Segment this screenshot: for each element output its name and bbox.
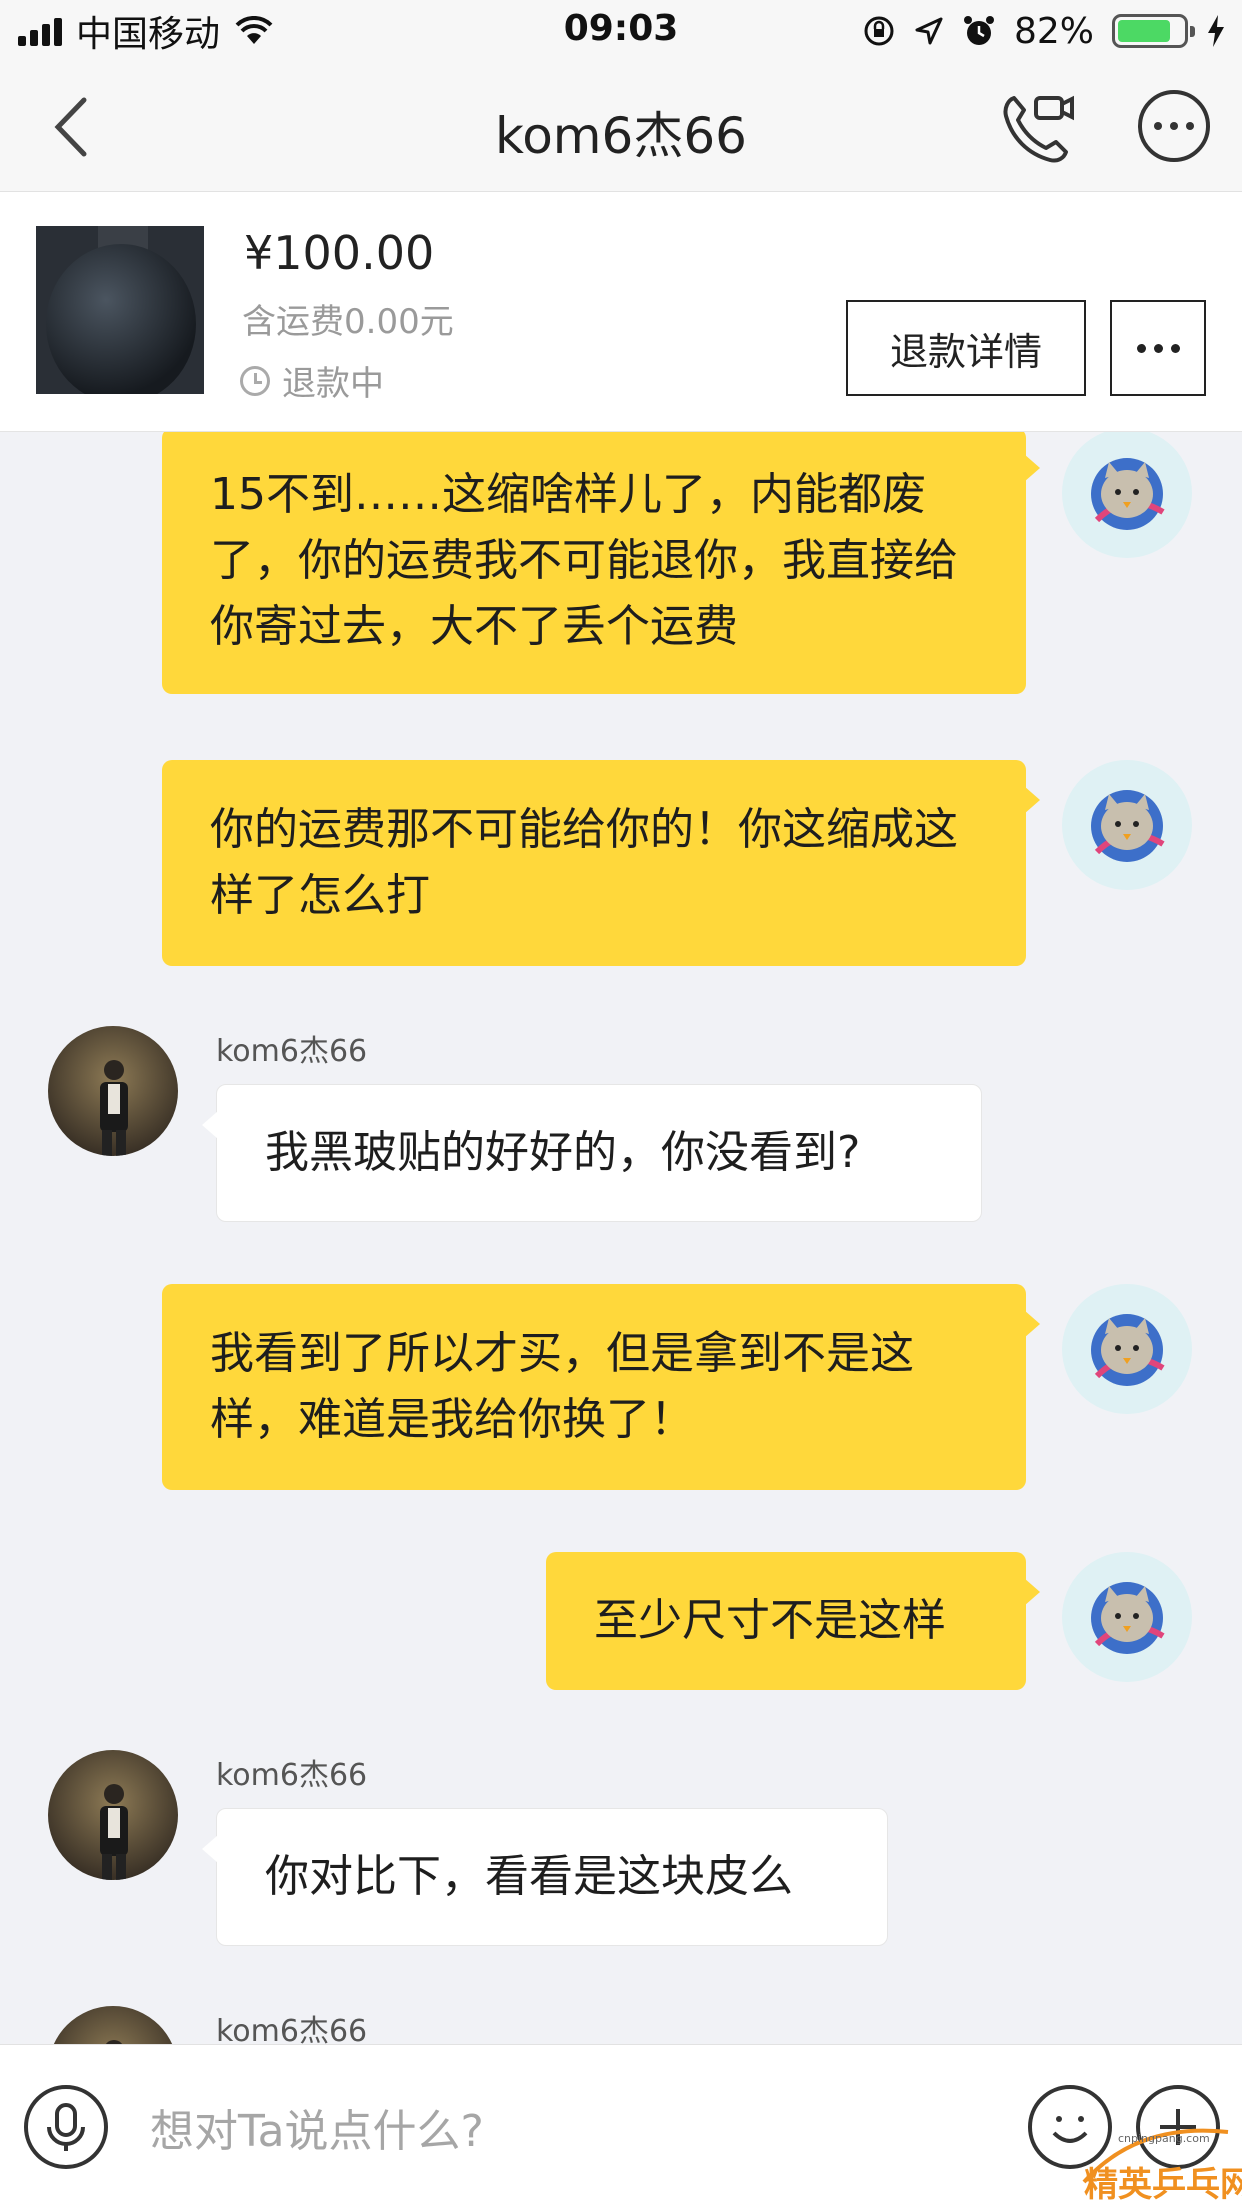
message-text: 15不到……这缩啥样儿了，内能都废了，你的运费我不可能退你，我直接给你寄过去，大…: [210, 469, 958, 652]
message-bubble-mine[interactable]: 15不到……这缩啥样儿了，内能都废了，你的运费我不可能退你，我直接给你寄过去，大…: [162, 432, 1040, 694]
person-photo-icon: [100, 1784, 128, 1880]
message-bubble-mine[interactable]: 我看到了所以才买，但是拿到不是这样，难道是我给你换了！: [162, 1284, 1040, 1490]
more-options-button[interactable]: [1138, 90, 1210, 162]
cat-avatar-icon: [1091, 790, 1165, 862]
chat-list[interactable]: 15不到……这缩啥样儿了，内能都废了，你的运费我不可能退你，我直接给你寄过去，大…: [0, 432, 1242, 2044]
order-status: 退款中: [240, 356, 384, 405]
rotation-lock-icon: [864, 16, 894, 46]
cat-avatar-icon: [1091, 1314, 1165, 1386]
clock-icon: [240, 365, 270, 396]
my-avatar[interactable]: [1062, 1552, 1192, 1682]
site-watermark-logo: 精英乒乓网 cnpingpang.com: [1082, 2128, 1242, 2205]
person-photo-icon: [100, 1060, 128, 1156]
order-status-label: 退款中: [282, 364, 384, 404]
contact-avatar[interactable]: [48, 1026, 178, 1156]
watermark-text: 精英乒乓网: [1084, 2165, 1242, 2205]
cat-avatar-icon: [1091, 1582, 1165, 1654]
cat-avatar-icon: [1091, 458, 1165, 530]
message-text: 我黑玻贴的好好的，你没看到?: [265, 1127, 861, 1178]
my-avatar[interactable]: [1062, 432, 1192, 558]
sender-name: kom6杰66: [216, 1758, 368, 1793]
message-bubble-mine[interactable]: 你的运费那不可能给你的！你这缩成这样了怎么打: [162, 760, 1040, 966]
order-shipping: 含运费0.00元: [242, 302, 454, 342]
my-avatar[interactable]: [1062, 760, 1192, 890]
message-text: 我看到了所以才买，但是拿到不是这样，难道是我给你换了！: [210, 1328, 914, 1445]
message-text: 你对比下，看看是这块皮么: [265, 1851, 793, 1902]
chat-screen: 中国移动 09:03 82% kom6杰66 ¥100.00 含运费0.00元 …: [0, 0, 1242, 2208]
message-bubble-theirs[interactable]: 你对比下，看看是这块皮么: [202, 1808, 888, 1946]
order-price: ¥100.00: [244, 226, 435, 280]
voice-input-button[interactable]: [24, 2085, 108, 2169]
order-more-button[interactable]: [1110, 300, 1206, 396]
refund-details-button[interactable]: 退款详情: [846, 300, 1086, 396]
phone-video-icon[interactable]: [1000, 90, 1076, 166]
message-text: 你的运费那不可能给你的！你这缩成这样了怎么打: [210, 804, 958, 921]
order-card[interactable]: ¥100.00 含运费0.00元 退款中 退款详情: [0, 192, 1242, 432]
message-text: 至少尺寸不是这样: [594, 1595, 946, 1646]
nav-bar: kom6杰66: [0, 62, 1242, 192]
battery-icon: [1112, 14, 1195, 48]
message-input[interactable]: 想对Ta说点什么?: [150, 2095, 484, 2159]
my-avatar[interactable]: [1062, 1284, 1192, 1414]
alarm-icon: [963, 16, 994, 45]
status-bar: 中国移动 09:03 82%: [0, 0, 1242, 62]
product-thumbnail[interactable]: [36, 226, 204, 394]
sender-name: kom6杰66: [216, 2014, 368, 2044]
contact-avatar[interactable]: [48, 2006, 178, 2044]
input-bar: 想对Ta说点什么?: [0, 2044, 1242, 2208]
watermark-site: cnpingpang.com: [1118, 2132, 1210, 2145]
battery-percent: 82%: [1013, 10, 1094, 52]
contact-avatar[interactable]: [48, 1750, 178, 1880]
person-photo-icon: [106, 2040, 122, 2044]
charging-icon: [1208, 15, 1224, 47]
sender-name: kom6杰66: [216, 1034, 368, 1069]
message-bubble-theirs[interactable]: 我黑玻贴的好好的，你没看到?: [202, 1084, 982, 1222]
message-bubble-mine[interactable]: 至少尺寸不是这样: [546, 1552, 1040, 1690]
location-icon: [915, 17, 943, 45]
microphone-icon: [47, 2103, 85, 2151]
